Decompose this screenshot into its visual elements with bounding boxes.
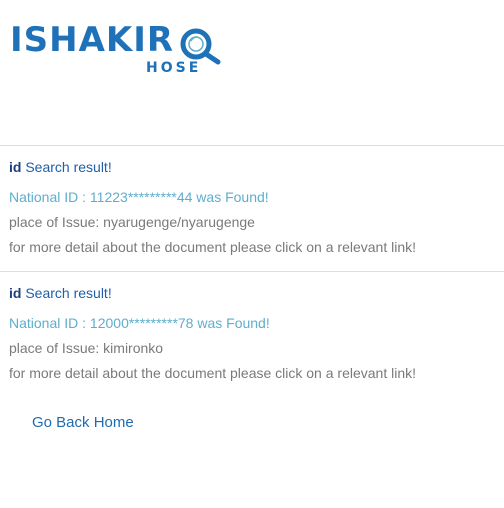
result-place-text: place of Issue: nyarugenge/nyarugenge — [9, 214, 255, 230]
result-heading: id Search result! — [9, 158, 112, 176]
ishakiro-logo[interactable]: ISHAKIR HOSE — [10, 20, 221, 76]
result-heading-id: id — [9, 159, 22, 175]
result-heading-text: Search result! — [21, 285, 112, 301]
logo-subtitle: HOSE — [146, 60, 202, 76]
result-place-text: place of Issue: kimironko — [9, 340, 164, 356]
result-heading-text: Search result! — [21, 159, 112, 175]
result-detail-text: for more detail about the document pleas… — [9, 365, 417, 381]
result-found-text: National ID : 11223*********44 was Found… — [9, 189, 269, 205]
logo-wordmark: ISHAKIR — [10, 20, 175, 60]
result-heading: id Search result! — [9, 284, 112, 302]
go-back-home-link[interactable]: Go Back Home — [32, 414, 134, 432]
result-detail-text: for more detail about the document pleas… — [9, 239, 417, 255]
page: ISHAKIR HOSE id Search result! National … — [0, 0, 504, 508]
result-found-text: National ID : 12000*********78 was Found… — [9, 315, 270, 331]
search-result-card: id Search result! National ID : 12000***… — [0, 271, 504, 390]
search-result-card: id Search result! National ID : 11223***… — [0, 145, 504, 270]
result-heading-id: id — [9, 285, 22, 301]
